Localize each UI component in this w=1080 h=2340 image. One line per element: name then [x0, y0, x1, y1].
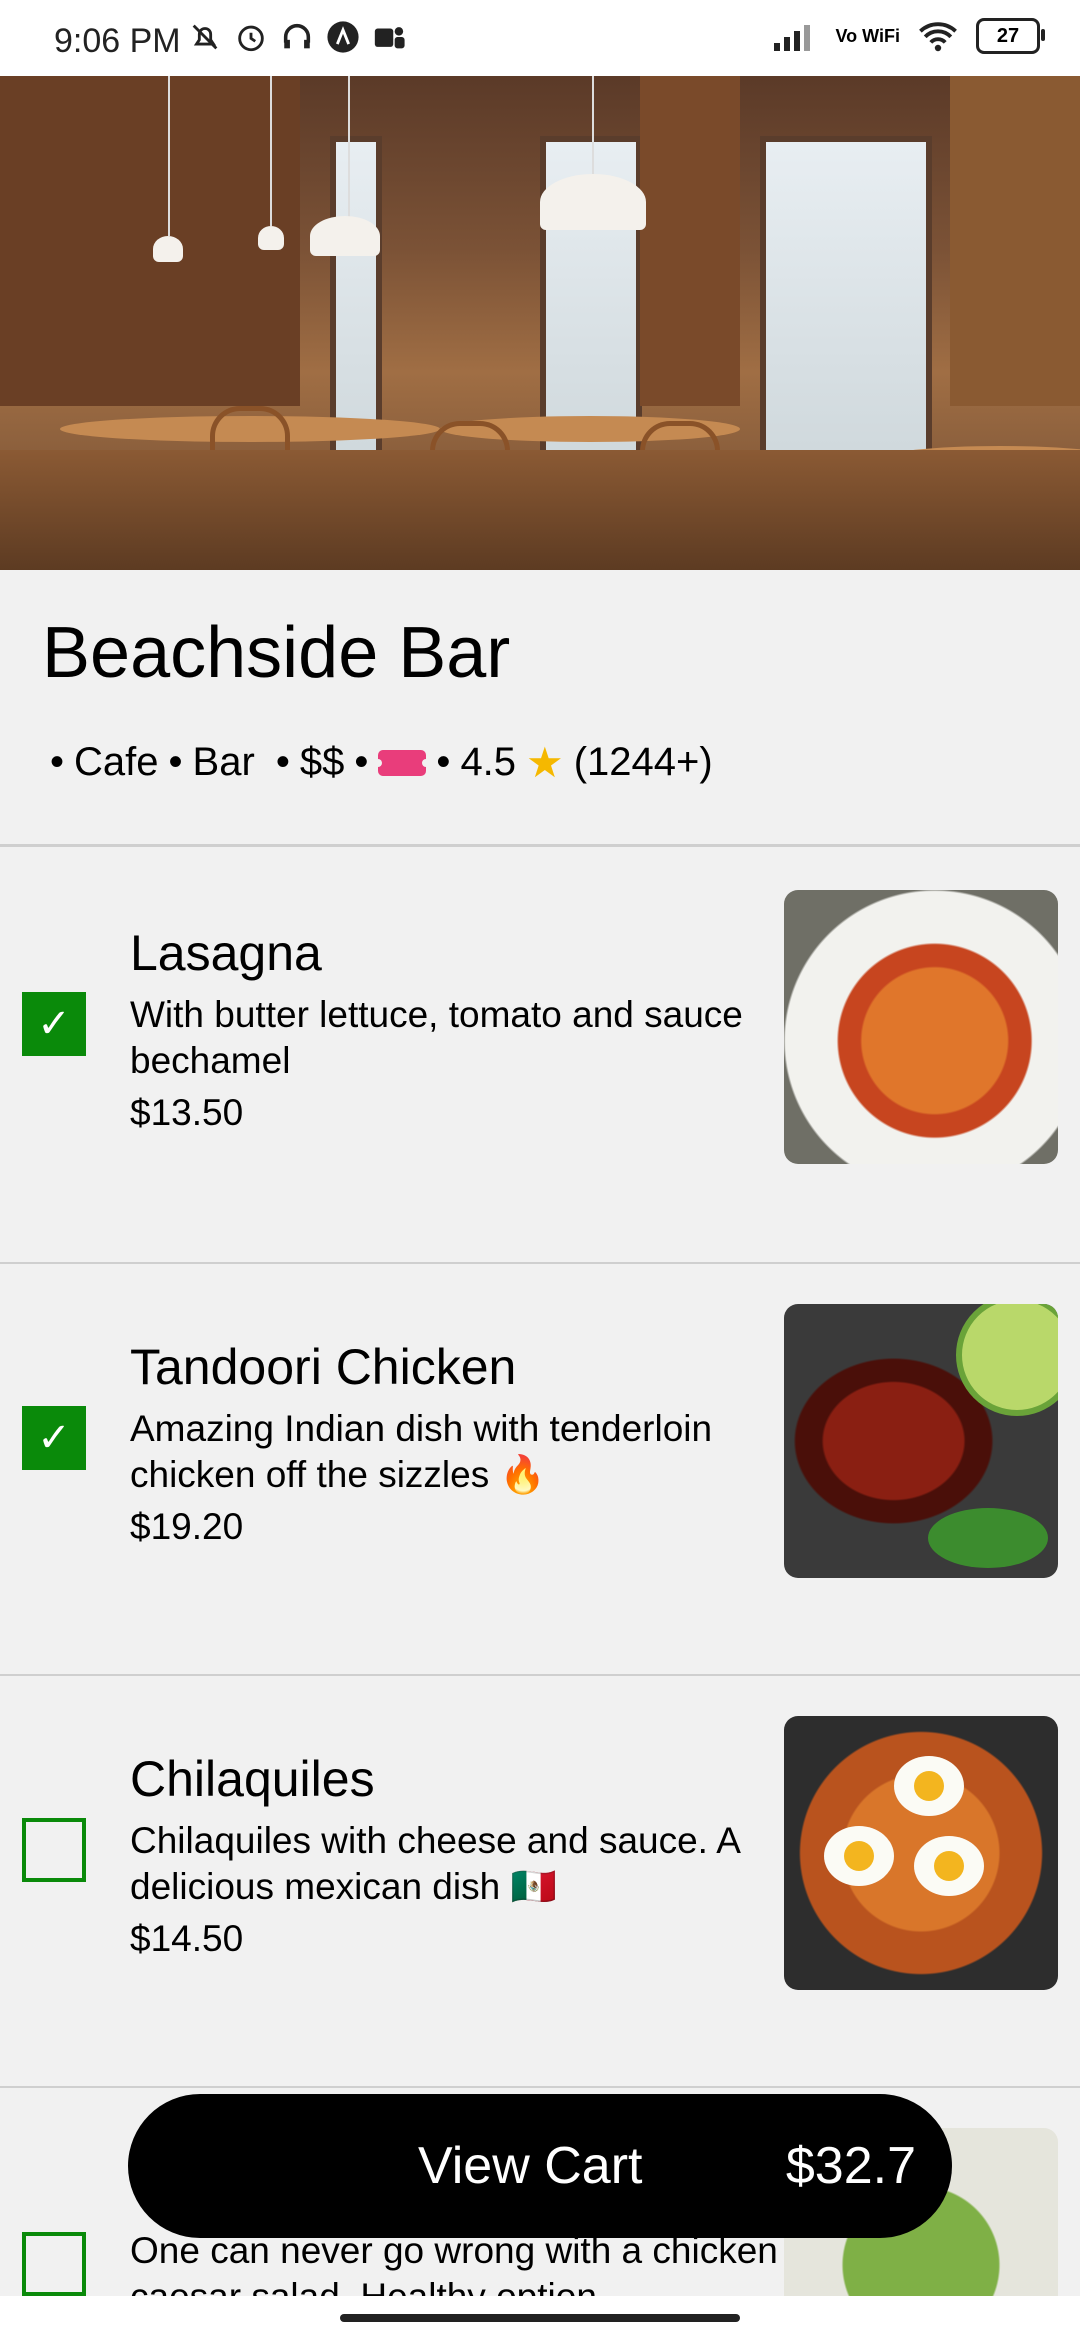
headset-icon	[283, 23, 311, 49]
item-description: Amazing Indian dish with tenderloin chic…	[130, 1408, 713, 1495]
item-checkbox[interactable]: ✓	[22, 1406, 86, 1470]
item-checkbox[interactable]: ✓	[22, 992, 86, 1056]
price-level: $$	[299, 740, 345, 784]
home-gesture-handle[interactable]	[340, 2314, 740, 2322]
item-price: $14.50	[130, 1918, 244, 1959]
item-price: $19.20	[130, 1506, 244, 1547]
tandoori-chicken-photo	[784, 1304, 1058, 1578]
status-bar: 9:06 PM Vo WiFi 27	[0, 0, 1080, 76]
restaurant-hero-image	[0, 76, 1080, 570]
a-circle-icon	[327, 21, 359, 53]
status-left-icons	[188, 20, 406, 54]
bell-off-icon	[192, 24, 218, 50]
star-icon: ★	[526, 739, 564, 786]
menu-item-tandoori-chicken[interactable]: ✓ Tandoori Chicken Amazing Indian dish w…	[0, 1264, 1080, 1676]
navigation-bar	[0, 2296, 1080, 2340]
lasagna-photo	[784, 890, 1058, 1164]
item-price: $13.50	[130, 1092, 244, 1133]
item-name: Chilaquiles	[130, 1751, 375, 1807]
view-cart-label: View Cart	[418, 2137, 643, 2195]
tag-cafe: Cafe	[74, 740, 159, 784]
battery-icon: 27	[976, 18, 1045, 54]
restaurant-meta: • Cafe • Bar • $$ • • 4.5 ★ (1244+)	[50, 739, 713, 786]
item-checkbox[interactable]	[22, 1818, 86, 1882]
item-name: Tandoori Chicken	[130, 1339, 517, 1395]
ticket-icon	[374, 749, 431, 776]
view-cart-button[interactable]: View Cart $32.7	[128, 2094, 952, 2238]
item-name: Lasagna	[130, 925, 322, 981]
item-description: Chilaquiles with cheese and sauce. A del…	[130, 1820, 739, 1907]
wifi-icon	[919, 22, 957, 52]
tag-bar: Bar	[192, 740, 255, 784]
item-checkbox[interactable]	[22, 2232, 86, 2296]
header-divider	[0, 844, 1080, 847]
teams-icon	[374, 27, 405, 49]
restaurant-name: Beachside Bar	[42, 613, 511, 693]
chilaquiles-photo	[784, 1716, 1058, 1990]
vowifi-label: Vo WiFi	[835, 26, 901, 46]
review-count: (1244+)	[573, 740, 713, 784]
menu-item-lasagna[interactable]: ✓ Lasagna With butter lettuce, tomato an…	[0, 848, 1080, 1260]
status-right-icons: Vo WiFi 27	[773, 18, 1045, 54]
signal-icon	[773, 25, 810, 51]
status-time: 9:06 PM	[54, 22, 181, 60]
item-description: With butter lettuce, tomato and sauce be…	[130, 994, 743, 1081]
rating-value: 4.5	[460, 740, 517, 784]
menu-item-chilaquiles[interactable]: Chilaquiles Chilaquiles with cheese and …	[0, 1676, 1080, 2088]
cart-total: $32.7	[785, 2137, 916, 2195]
item-description: One can never go wrong with a chicken ca…	[130, 2230, 778, 2296]
alarm-icon	[238, 25, 264, 52]
